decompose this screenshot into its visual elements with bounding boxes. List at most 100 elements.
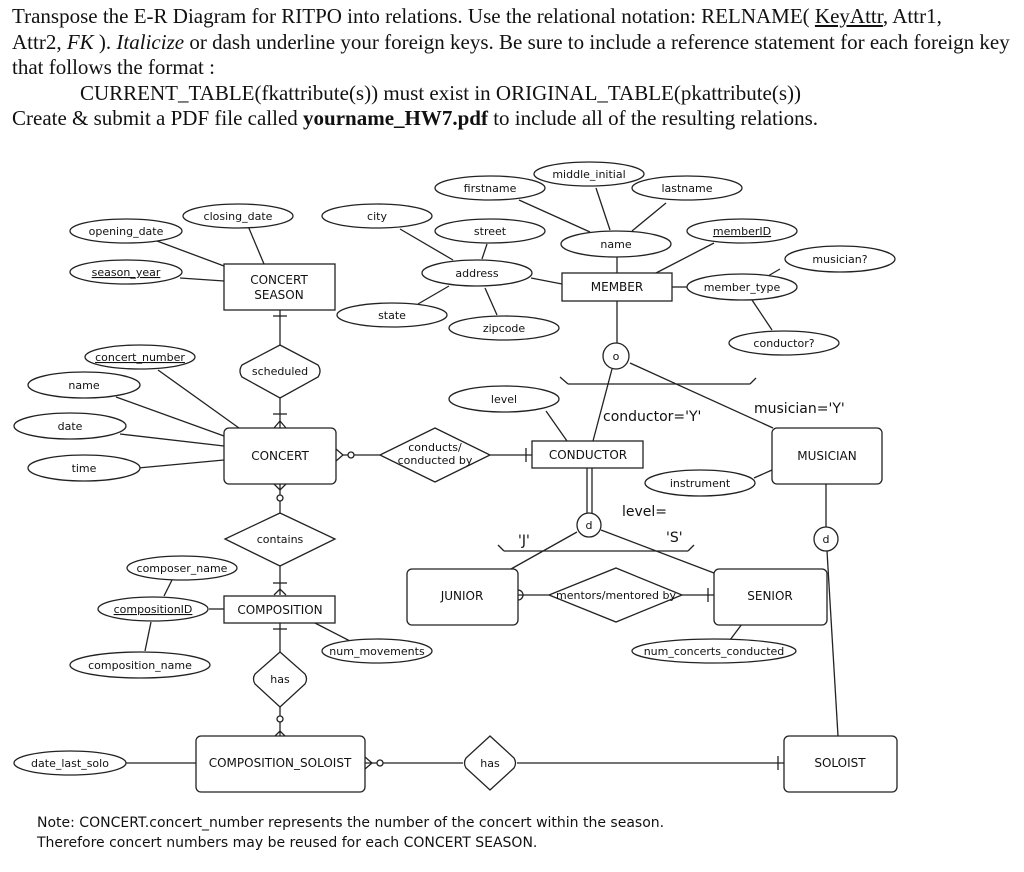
attr-middle-initial[interactable]: middle_initial bbox=[533, 161, 645, 187]
line-street bbox=[481, 243, 488, 260]
attr-opening-date[interactable]: opening_date bbox=[69, 218, 183, 244]
line-middle-initial bbox=[595, 187, 611, 231]
entity-member[interactable]: MEMBER bbox=[561, 272, 673, 302]
attr-member-type[interactable]: member_type bbox=[686, 273, 798, 301]
attribute-label-key: concert_number bbox=[95, 351, 185, 364]
attribute-label: closing_date bbox=[204, 210, 273, 223]
relationship-conducts[interactable]: conducts/ conducted by bbox=[378, 427, 492, 483]
line-level bbox=[545, 410, 568, 442]
attr-instrument[interactable]: instrument bbox=[644, 469, 756, 497]
line-composition-name bbox=[144, 621, 152, 652]
relationship-label: scheduled bbox=[252, 365, 308, 378]
attr-composer-name[interactable]: composer_name bbox=[126, 555, 238, 581]
entity-junior[interactable]: JUNIOR bbox=[406, 568, 519, 626]
crowfoot bbox=[335, 448, 344, 462]
attribute-label: zipcode bbox=[483, 322, 526, 335]
entity-conductor[interactable]: CONDUCTOR bbox=[531, 440, 644, 469]
attr-num-concerts-conducted[interactable]: num_concerts_conducted bbox=[631, 638, 797, 664]
attribute-label: city bbox=[367, 210, 387, 223]
entity-senior[interactable]: SENIOR bbox=[713, 568, 828, 626]
note-line-2: Therefore concert numbers may be reused … bbox=[36, 835, 537, 851]
entity-label: COMPOSITION bbox=[237, 603, 322, 617]
attr-conductor-flag[interactable]: conductor? bbox=[728, 330, 840, 356]
attr-composition-id[interactable]: compositionID bbox=[97, 596, 209, 622]
note-line-1: Note: CONCERT.concert_number represents … bbox=[37, 815, 664, 831]
entity-label: SEASON bbox=[254, 288, 303, 302]
relationship-has-soloist[interactable]: has bbox=[463, 735, 517, 791]
attr-date[interactable]: date bbox=[13, 412, 127, 440]
attr-concert-name[interactable]: name bbox=[27, 371, 141, 399]
musician-discriminator-label: musician='Y' bbox=[754, 401, 845, 417]
conductor-specialization: d level= 'J' 'S' bbox=[518, 504, 683, 549]
disjoint-symbol: d bbox=[823, 533, 830, 546]
subset-bar-end bbox=[749, 377, 757, 385]
entity-concert-season[interactable]: CONCERT SEASON bbox=[223, 263, 336, 311]
attr-firstname[interactable]: firstname bbox=[434, 175, 546, 201]
attribute-label: street bbox=[474, 225, 507, 238]
attr-closing-date[interactable]: closing_date bbox=[182, 203, 294, 229]
attribute-label: middle_initial bbox=[552, 168, 625, 181]
attribute-label: time bbox=[72, 462, 97, 475]
attribute-label: instrument bbox=[670, 477, 731, 490]
line-state bbox=[417, 285, 450, 305]
entity-composition[interactable]: COMPOSITION bbox=[223, 595, 336, 624]
relationship-has-composition[interactable]: has bbox=[252, 651, 308, 708]
subset-bar-end bbox=[687, 544, 695, 552]
entity-box bbox=[223, 263, 336, 311]
attr-num-movements[interactable]: num_movements bbox=[321, 638, 433, 664]
attr-season-year[interactable]: season_year bbox=[69, 259, 183, 285]
entity-label: CONCERT bbox=[251, 449, 309, 463]
line-to-conductor bbox=[592, 368, 613, 442]
attr-lastname[interactable]: lastname bbox=[631, 175, 743, 201]
attr-musician-flag[interactable]: musician? bbox=[784, 245, 896, 273]
entity-concert[interactable]: CONCERT bbox=[223, 427, 337, 485]
relationship-label: contains bbox=[257, 533, 304, 546]
attribute-label: firstname bbox=[464, 182, 517, 195]
line-concert-time bbox=[137, 459, 225, 469]
attr-composition-name[interactable]: composition_name bbox=[69, 651, 211, 679]
entity-label: MEMBER bbox=[591, 280, 643, 294]
level-discriminator-label: level= bbox=[622, 504, 667, 520]
attr-level[interactable]: level bbox=[448, 385, 560, 413]
attribute-label: opening_date bbox=[89, 225, 164, 238]
relationship-mentors[interactable]: mentors/mentored by bbox=[547, 567, 684, 623]
subset-bar-end bbox=[497, 544, 505, 552]
attr-address[interactable]: address bbox=[421, 259, 533, 287]
entity-composition-soloist[interactable]: COMPOSITION_SOLOIST bbox=[195, 735, 366, 793]
entity-soloist[interactable]: SOLOIST bbox=[783, 735, 898, 793]
attribute-label: name bbox=[600, 238, 631, 251]
line-zipcode bbox=[484, 287, 498, 316]
junior-discriminator-label: 'J' bbox=[518, 533, 530, 549]
attribute-label: level bbox=[491, 393, 517, 406]
line-num-concerts bbox=[729, 623, 743, 641]
line-concert-date bbox=[119, 433, 225, 447]
attr-time[interactable]: time bbox=[27, 454, 141, 482]
attribute-label: state bbox=[378, 309, 406, 322]
relationship-label: conducts/ bbox=[408, 441, 462, 454]
line-address-member bbox=[530, 277, 563, 285]
attribute-label: num_movements bbox=[329, 645, 425, 658]
attribute-label-key: season_year bbox=[92, 266, 161, 279]
entity-label: JUNIOR bbox=[440, 589, 484, 603]
attr-state[interactable]: state bbox=[336, 302, 448, 328]
line-season-year bbox=[179, 277, 225, 282]
relationship-label: has bbox=[480, 757, 500, 770]
attr-date-last-solo[interactable]: date_last_solo bbox=[13, 750, 127, 776]
entity-label: CONDUCTOR bbox=[549, 448, 627, 462]
attr-member-name[interactable]: name bbox=[560, 230, 672, 258]
line-concert-name bbox=[115, 396, 225, 437]
attr-concert-number[interactable]: concert_number bbox=[84, 344, 196, 370]
relationship-scheduled[interactable]: scheduled bbox=[239, 344, 321, 399]
entity-musician[interactable]: MUSICIAN bbox=[771, 427, 883, 485]
attribute-label: date_last_solo bbox=[31, 757, 109, 770]
attr-zipcode[interactable]: zipcode bbox=[448, 315, 560, 341]
attr-memberid[interactable]: memberID bbox=[686, 218, 798, 244]
attr-street[interactable]: street bbox=[434, 218, 546, 244]
attribute-label: conductor? bbox=[753, 337, 814, 350]
relationship-contains[interactable]: contains bbox=[223, 512, 337, 567]
attribute-label: address bbox=[455, 267, 498, 280]
line-musician-q bbox=[767, 268, 781, 277]
attribute-label: musician? bbox=[812, 253, 867, 266]
attr-city[interactable]: city bbox=[321, 203, 433, 229]
conductor-discriminator-label: conductor='Y' bbox=[603, 409, 701, 425]
